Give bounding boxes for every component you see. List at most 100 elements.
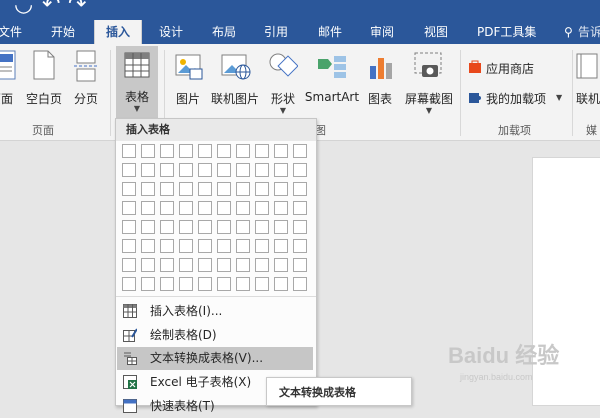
grid-cell[interactable] xyxy=(217,144,231,158)
grid-cell[interactable] xyxy=(293,239,307,253)
cover-page-button[interactable]: 页面 xyxy=(0,48,16,108)
quick-access-icon[interactable]: ◡ xyxy=(14,0,33,16)
grid-cell[interactable] xyxy=(274,182,288,196)
grid-cell[interactable] xyxy=(141,163,155,177)
grid-cell[interactable] xyxy=(255,144,269,158)
grid-cell[interactable] xyxy=(274,201,288,215)
insert-table-item[interactable]: 插入表格(I)... xyxy=(117,300,313,323)
tab-view[interactable]: 视图 xyxy=(424,20,448,44)
grid-cell[interactable] xyxy=(255,258,269,272)
grid-cell[interactable] xyxy=(198,277,212,291)
tab-file[interactable]: 文件 xyxy=(0,20,22,44)
grid-cell[interactable] xyxy=(160,201,174,215)
grid-cell[interactable] xyxy=(179,258,193,272)
grid-cell[interactable] xyxy=(255,277,269,291)
grid-cell[interactable] xyxy=(179,277,193,291)
online-video-button[interactable]: 联机 xyxy=(574,48,600,108)
grid-cell[interactable] xyxy=(293,201,307,215)
grid-cell[interactable] xyxy=(274,239,288,253)
grid-cell[interactable] xyxy=(274,220,288,234)
grid-cell[interactable] xyxy=(217,239,231,253)
grid-cell[interactable] xyxy=(274,163,288,177)
grid-cell[interactable] xyxy=(293,277,307,291)
blank-page-button[interactable]: 空白页 xyxy=(24,48,64,108)
grid-cell[interactable] xyxy=(122,144,136,158)
grid-cell[interactable] xyxy=(141,201,155,215)
grid-cell[interactable] xyxy=(179,239,193,253)
grid-cell[interactable] xyxy=(160,220,174,234)
grid-cell[interactable] xyxy=(160,277,174,291)
grid-cell[interactable] xyxy=(141,258,155,272)
grid-cell[interactable] xyxy=(293,163,307,177)
grid-cell[interactable] xyxy=(217,258,231,272)
undo-icon[interactable]: ↶ xyxy=(42,0,60,16)
tab-references[interactable]: 引用 xyxy=(264,20,288,44)
grid-cell[interactable] xyxy=(217,220,231,234)
grid-cell[interactable] xyxy=(179,220,193,234)
convert-text-to-table-item[interactable]: 文本转换成表格(V)... xyxy=(117,347,313,370)
tab-insert[interactable]: 插入 xyxy=(94,20,142,44)
grid-cell[interactable] xyxy=(160,144,174,158)
grid-cell[interactable] xyxy=(122,163,136,177)
grid-cell[interactable] xyxy=(122,201,136,215)
grid-cell[interactable] xyxy=(141,277,155,291)
grid-cell[interactable] xyxy=(198,201,212,215)
grid-cell[interactable] xyxy=(122,277,136,291)
grid-cell[interactable] xyxy=(141,239,155,253)
grid-cell[interactable] xyxy=(122,258,136,272)
grid-cell[interactable] xyxy=(255,239,269,253)
tab-mailings[interactable]: 邮件 xyxy=(318,20,342,44)
grid-cell[interactable] xyxy=(160,182,174,196)
grid-cell[interactable] xyxy=(255,220,269,234)
grid-cell[interactable] xyxy=(236,182,250,196)
page-break-button[interactable]: 分页 xyxy=(68,48,104,108)
grid-cell[interactable] xyxy=(198,144,212,158)
grid-cell[interactable] xyxy=(198,182,212,196)
grid-cell[interactable] xyxy=(179,163,193,177)
grid-cell[interactable] xyxy=(236,201,250,215)
grid-cell[interactable] xyxy=(217,182,231,196)
grid-cell[interactable] xyxy=(255,201,269,215)
table-button[interactable]: 表格 ▼ xyxy=(116,46,158,120)
grid-cell[interactable] xyxy=(141,144,155,158)
tell-me-icon[interactable]: ⚲ xyxy=(564,20,573,44)
online-picture-button[interactable]: 联机图片 xyxy=(208,48,262,108)
grid-cell[interactable] xyxy=(274,144,288,158)
store-button[interactable]: 应用商店 xyxy=(466,58,546,78)
grid-cell[interactable] xyxy=(141,220,155,234)
screenshot-button[interactable]: 屏幕截图 ▼ xyxy=(400,48,458,122)
grid-cell[interactable] xyxy=(198,220,212,234)
tab-home[interactable]: 开始 xyxy=(51,20,75,44)
grid-cell[interactable] xyxy=(293,220,307,234)
grid-cell[interactable] xyxy=(217,277,231,291)
picture-button[interactable]: 图片 xyxy=(170,48,206,108)
grid-cell[interactable] xyxy=(274,258,288,272)
redo-icon[interactable]: ↷ xyxy=(68,0,86,16)
grid-cell[interactable] xyxy=(293,144,307,158)
grid-cell[interactable] xyxy=(160,163,174,177)
smartart-button[interactable]: SmartArt xyxy=(304,48,360,108)
my-addins-button[interactable]: 我的加载项 ▼ xyxy=(466,88,566,108)
grid-cell[interactable] xyxy=(236,258,250,272)
grid-cell[interactable] xyxy=(217,163,231,177)
shapes-button[interactable]: 形状 ▼ xyxy=(264,48,302,122)
tell-me-box[interactable]: 告诉 xyxy=(578,20,600,44)
tab-review[interactable]: 审阅 xyxy=(370,20,394,44)
grid-cell[interactable] xyxy=(274,277,288,291)
grid-cell[interactable] xyxy=(122,239,136,253)
grid-cell[interactable] xyxy=(236,144,250,158)
chart-button[interactable]: 图表 xyxy=(364,48,396,108)
draw-table-item[interactable]: 绘制表格(D) xyxy=(117,324,313,347)
grid-cell[interactable] xyxy=(236,239,250,253)
grid-cell[interactable] xyxy=(236,277,250,291)
grid-cell[interactable] xyxy=(236,220,250,234)
tab-pdf-tools[interactable]: PDF工具集 xyxy=(477,20,536,44)
grid-cell[interactable] xyxy=(122,220,136,234)
grid-cell[interactable] xyxy=(293,258,307,272)
grid-cell[interactable] xyxy=(198,239,212,253)
tab-design[interactable]: 设计 xyxy=(159,20,183,44)
grid-cell[interactable] xyxy=(141,182,155,196)
grid-cell[interactable] xyxy=(236,163,250,177)
grid-cell[interactable] xyxy=(198,163,212,177)
grid-cell[interactable] xyxy=(160,239,174,253)
